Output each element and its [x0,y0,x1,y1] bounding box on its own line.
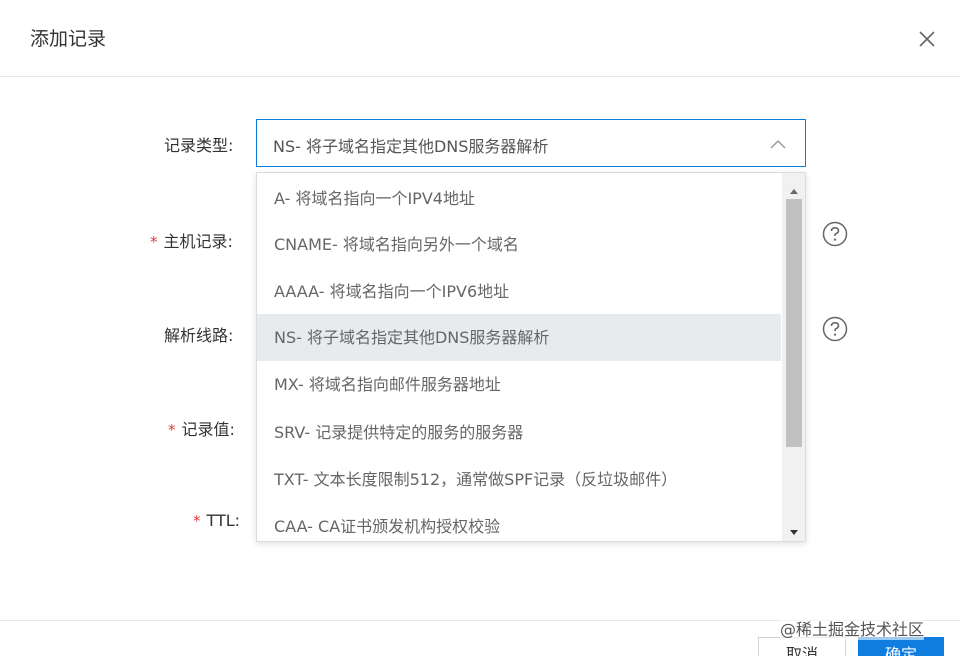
option-aaaa[interactable]: AAAA- 将域名指向一个IPV6地址 [257,268,781,315]
ttl-label: * TTL: [193,511,241,530]
question-circle-icon[interactable] [822,316,848,342]
scroll-up-arrow-icon[interactable] [788,181,800,194]
host-record-label: * 主机记录: [150,232,233,251]
question-circle-icon[interactable] [822,221,848,247]
record-type-select[interactable]: NS- 将子域名指定其他DNS服务器解析 [256,119,806,167]
dialog-header: 添加记录 [0,0,960,77]
record-type-dropdown: A- 将域名指向一个IPV4地址 CNAME- 将域名指向另外一个域名 AAAA… [256,172,806,542]
record-type-selected-value: NS- 将子域名指定其他DNS服务器解析 [273,137,549,156]
resolve-line-label: 解析线路: [164,326,234,345]
chevron-up-icon[interactable] [768,136,788,155]
option-cname[interactable]: CNAME- 将域名指向另外一个域名 [257,221,781,268]
option-txt[interactable]: TXT- 文本长度限制512，通常做SPF记录（反垃圾邮件） [257,456,781,503]
close-icon[interactable] [914,26,940,52]
scroll-thumb[interactable] [786,199,802,447]
option-srv[interactable]: SRV- 记录提供特定的服务的服务器 [257,409,781,456]
option-a[interactable]: A- 将域名指向一个IPV4地址 [257,175,781,222]
option-ns[interactable]: NS- 将子域名指定其他DNS服务器解析 [257,314,781,361]
option-mx[interactable]: MX- 将域名指向邮件服务器地址 [257,361,781,408]
dropdown-scrollbar[interactable] [782,173,805,541]
record-type-label: 记录类型: [164,136,234,155]
option-caa[interactable]: CAA- CA证书颁发机构授权校验 [257,503,781,541]
watermark: @稀土掘金技术社区 [780,616,925,640]
dialog-title: 添加记录 [30,28,107,50]
record-value-label: * 记录值: [168,420,235,439]
scroll-down-arrow-icon[interactable] [788,523,800,535]
